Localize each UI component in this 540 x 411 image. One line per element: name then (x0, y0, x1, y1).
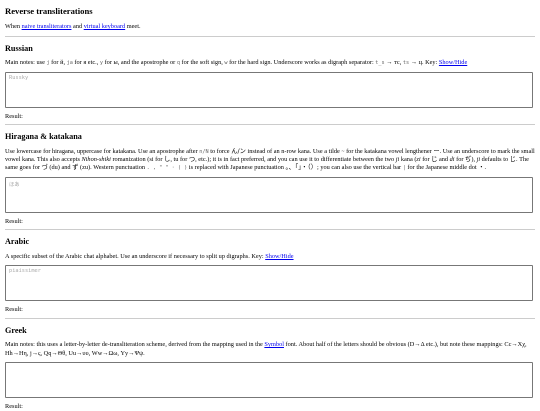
text: → ц. Key: (409, 59, 439, 67)
text: Main notes: use (5, 59, 47, 67)
text: for the Japanese middle dot ・. (405, 164, 487, 172)
text: for ы, and the apostrophe or (103, 59, 177, 67)
arabic-result-label: Result: (5, 306, 23, 314)
text: for я etc., (72, 59, 100, 67)
section-heading-arabic: Arabic (5, 237, 30, 247)
hiragana-result-label: Result: (5, 217, 23, 225)
arabic-notes: A specific subset of the Arabic chat alp… (5, 253, 535, 261)
intro-text: When naive transliterators and virtual k… (5, 23, 535, 31)
hiragana-input[interactable] (5, 176, 533, 213)
intro-prefix: When (5, 23, 22, 31)
naive-transliterators-link[interactable]: naive transliterators (22, 23, 72, 30)
text: for й, (49, 59, 67, 67)
text: Main notes: this uses a letter-by-letter… (5, 341, 265, 349)
section-heading-greek: Greek (5, 325, 27, 335)
divider (5, 229, 535, 231)
text: romanization (si for し, tu for つ, etc.);… (110, 156, 396, 164)
russian-result-label: Result: (5, 112, 23, 120)
greek-result-label: Result: (5, 402, 23, 410)
text: for ぢ), (454, 156, 477, 164)
section-heading-russian: Russian (5, 43, 33, 53)
divider (5, 317, 535, 319)
text: to force (208, 147, 232, 155)
text: instead of an n-row kana. Use a tilde (245, 147, 342, 155)
text: → тс, (384, 59, 403, 67)
text: is replaced with Japanese punctuation 。、… (187, 164, 403, 172)
text: Use lowercase for hiragana, uppercase fo… (5, 147, 200, 155)
hiragana-notes: Use lowercase for hiragana, uppercase fo… (5, 148, 535, 173)
text: for the hard sign. Underscore works as d… (227, 59, 376, 67)
text: ん/ン (231, 147, 246, 155)
text: A specific subset of the Arabic chat alp… (5, 252, 266, 260)
arabic-input[interactable] (5, 265, 533, 302)
code: . , " " · ( ) (146, 165, 188, 172)
text: for じ and (420, 156, 450, 164)
divider (5, 124, 535, 126)
russian-notes: Main notes: use j for й, ja for я etc., … (5, 59, 535, 67)
text: kana ( (399, 156, 417, 164)
divider (5, 35, 535, 37)
code: n/N (199, 148, 209, 155)
code: t_s (375, 60, 385, 67)
intro-mid: and (71, 23, 84, 31)
text: for the soft sign, (179, 59, 225, 67)
greek-input[interactable] (5, 361, 533, 398)
section-heading-hiragana: Hiragana & katakana (5, 132, 82, 142)
page: Reverse transliterations When naive tran… (0, 0, 540, 411)
text: Nihon-shiki (81, 156, 111, 164)
virtual-keyboard-link[interactable]: virtual keyboard (84, 23, 125, 30)
russian-key-toggle-link[interactable]: Show/Hide (439, 59, 467, 66)
russian-input[interactable] (5, 71, 533, 108)
greek-notes: Main notes: this uses a letter-by-letter… (5, 341, 535, 358)
intro-suffix: meet. (125, 23, 141, 31)
symbol-font-link[interactable]: Symbol (264, 341, 284, 348)
arabic-key-toggle-link[interactable]: Show/Hide (265, 253, 293, 260)
page-title: Reverse transliterations (5, 6, 93, 16)
